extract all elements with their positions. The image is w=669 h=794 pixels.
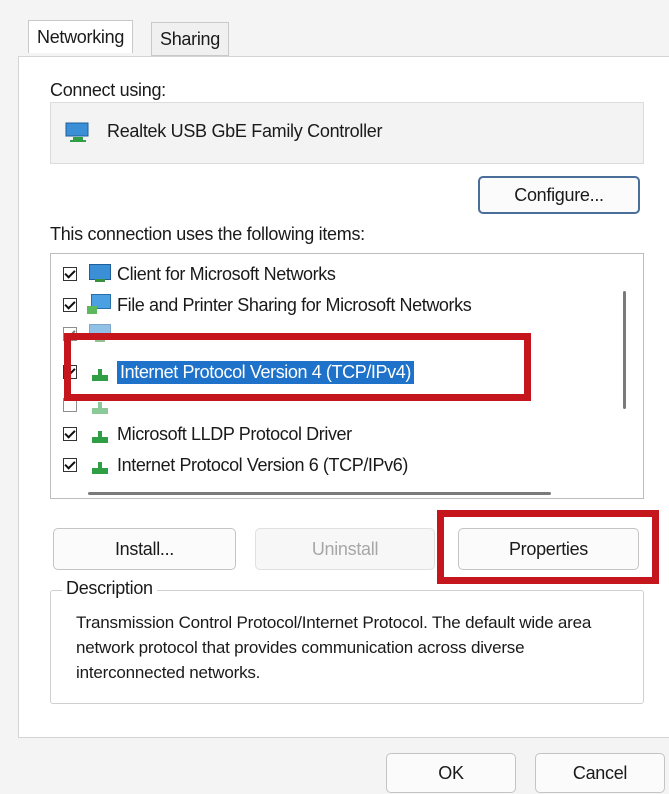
list-item[interactable]: File and Printer Sharing for Microsoft N…: [63, 291, 472, 319]
install-button[interactable]: Install...: [53, 528, 236, 570]
description-legend: Description: [62, 578, 157, 599]
items-label: This connection uses the following items…: [50, 224, 365, 244]
network-client-icon: [87, 263, 113, 285]
highlight-frame-ipv4: [64, 333, 531, 401]
list-item[interactable]: Client for Microsoft Networks: [63, 260, 336, 288]
protocol-icon: [87, 423, 113, 445]
checkbox[interactable]: [63, 267, 77, 281]
cancel-button[interactable]: Cancel: [535, 753, 665, 793]
ok-button[interactable]: OK: [386, 753, 516, 793]
vertical-scrollbar[interactable]: [623, 291, 626, 409]
list-item-label: Microsoft LLDP Protocol Driver: [117, 423, 352, 444]
connect-using-label: Connect using:: [50, 80, 166, 100]
checkbox[interactable]: [63, 427, 77, 441]
horizontal-scrollbar[interactable]: [88, 492, 551, 495]
list-item[interactable]: Microsoft LLDP Protocol Driver: [63, 420, 352, 448]
list-item-label: File and Printer Sharing for Microsoft N…: [117, 294, 472, 315]
adapter-name: Realtek USB GbE Family Controller: [107, 121, 383, 141]
tab-networking[interactable]: Networking: [28, 20, 134, 53]
list-item-label: Client for Microsoft Networks: [117, 263, 336, 284]
file-sharing-icon: [87, 294, 113, 316]
tab-sharing[interactable]: Sharing: [151, 22, 229, 56]
configure-button-label[interactable]: Configure...: [478, 176, 640, 214]
list-item[interactable]: Internet Protocol Version 6 (TCP/IPv6): [63, 451, 408, 479]
description-text: Transmission Control Protocol/Internet P…: [76, 613, 592, 682]
checkbox[interactable]: [63, 458, 77, 472]
protocol-icon: [87, 454, 113, 476]
highlight-frame-properties: [437, 510, 659, 584]
list-item-label: Internet Protocol Version 6 (TCP/IPv6): [117, 454, 408, 475]
uninstall-button: Uninstall: [255, 528, 435, 570]
network-adapter-icon: [64, 120, 92, 149]
checkbox[interactable]: [63, 298, 77, 312]
